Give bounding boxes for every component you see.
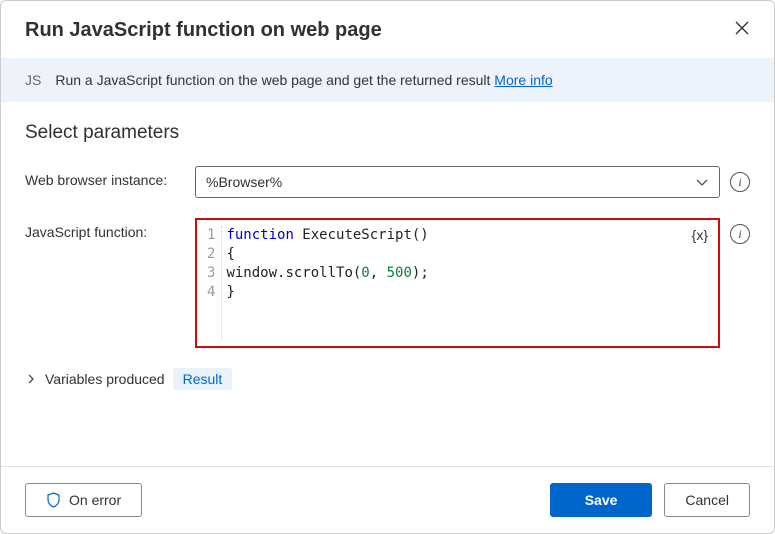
result-chip[interactable]: Result <box>173 368 233 390</box>
info-text-content: Run a JavaScript function on the web pag… <box>55 72 494 88</box>
chevron-right-icon <box>25 373 37 385</box>
field-browser: Web browser instance: %Browser% i <box>25 166 750 198</box>
code-line: } <box>226 283 428 302</box>
jsfn-label: JavaScript function: <box>25 218 185 240</box>
number: 0 <box>361 265 369 281</box>
code-line: window.scrollTo(0, 500); <box>226 264 428 283</box>
dialog-content: Select parameters Web browser instance: … <box>1 102 774 466</box>
code-text: ); <box>412 265 429 281</box>
on-error-button[interactable]: On error <box>25 483 142 517</box>
close-button[interactable] <box>734 20 750 41</box>
variables-produced-toggle[interactable]: Variables produced Result <box>25 368 750 390</box>
browser-select[interactable]: %Browser% <box>195 166 720 198</box>
cancel-button[interactable]: Cancel <box>664 483 750 517</box>
code-lines: function ExecuteScript() { window.scroll… <box>222 226 428 340</box>
code-text: window.scrollTo( <box>226 265 361 281</box>
browser-info-icon[interactable]: i <box>730 172 750 192</box>
code-line: function ExecuteScript() <box>226 226 428 245</box>
line-num: 3 <box>207 264 215 283</box>
code-editor[interactable]: 1 2 3 4 function ExecuteScript() { windo… <box>195 218 720 348</box>
code-text: ExecuteScript() <box>294 227 429 243</box>
keyword: function <box>226 227 293 243</box>
on-error-label: On error <box>69 492 121 508</box>
browser-value: %Browser% <box>206 174 282 190</box>
js-badge-icon: JS <box>25 72 41 88</box>
insert-variable-button[interactable]: {x} <box>692 226 708 245</box>
code-text: , <box>370 265 387 281</box>
chevron-down-icon <box>695 175 709 189</box>
section-title: Select parameters <box>25 122 750 144</box>
browser-label: Web browser instance: <box>25 166 185 188</box>
number: 500 <box>387 265 412 281</box>
shield-icon <box>46 492 61 508</box>
info-text: Run a JavaScript function on the web pag… <box>55 72 552 88</box>
save-button[interactable]: Save <box>550 483 653 517</box>
line-num: 2 <box>207 245 215 264</box>
gutter: 1 2 3 4 <box>201 226 222 340</box>
dialog: Run JavaScript function on web page JS R… <box>0 0 775 534</box>
close-icon <box>734 20 750 36</box>
dialog-footer: On error Save Cancel <box>1 466 774 533</box>
field-jsfn: JavaScript function: 1 2 3 4 function Ex… <box>25 218 750 348</box>
line-num: 4 <box>207 283 215 302</box>
variables-label: Variables produced <box>45 371 165 387</box>
code-line: { <box>226 245 428 264</box>
line-num: 1 <box>207 226 215 245</box>
more-info-link[interactable]: More info <box>494 72 552 88</box>
jsfn-info-icon[interactable]: i <box>730 224 750 244</box>
dialog-header: Run JavaScript function on web page <box>1 1 774 58</box>
info-bar: JS Run a JavaScript function on the web … <box>1 58 774 102</box>
dialog-title: Run JavaScript function on web page <box>25 19 382 42</box>
